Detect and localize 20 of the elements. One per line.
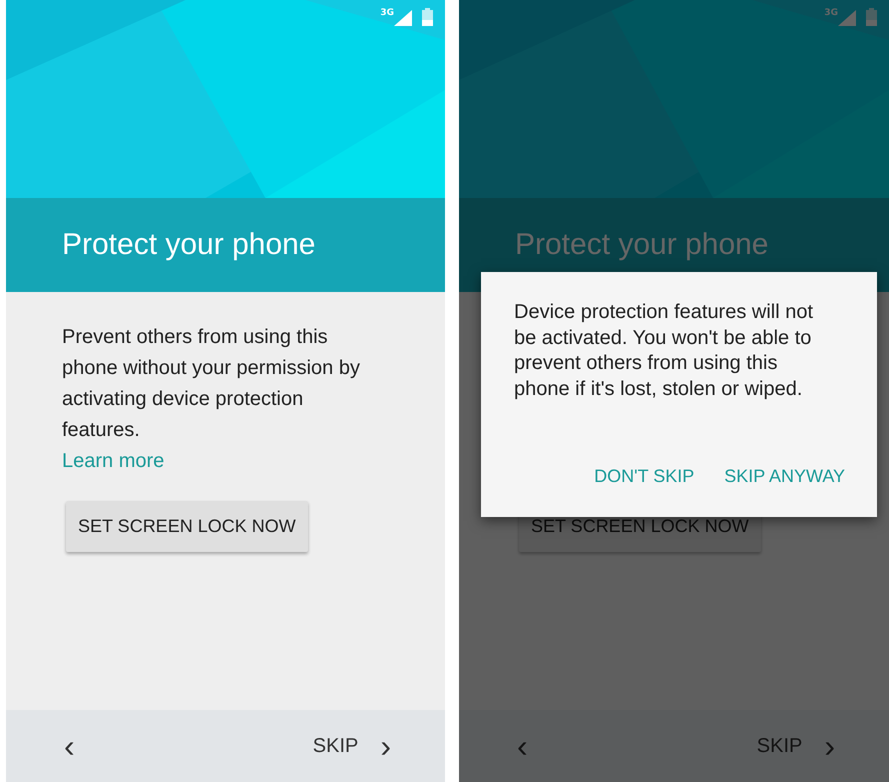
page-title: Protect your phone bbox=[515, 228, 768, 262]
page-title: Protect your phone bbox=[62, 228, 316, 262]
battery-icon bbox=[422, 8, 433, 26]
back-button[interactable]: ‹ bbox=[515, 730, 530, 762]
learn-more-link[interactable]: Learn more bbox=[62, 446, 164, 477]
dialog-message: Device protection features will not be activated. You won't be able to prevent others from using this phone if it's lost, stolen or wiped. bbox=[514, 300, 814, 402]
dialog-button[interactable]: DON'T SKIP bbox=[594, 466, 694, 487]
set-screen-lock-button[interactable]: SET SCREEN LOCK NOW bbox=[66, 501, 308, 552]
dialog-button[interactable]: SKIP ANYWAY bbox=[724, 466, 845, 487]
back-button[interactable]: ‹ bbox=[62, 730, 77, 762]
skip-button[interactable]: SKIP bbox=[306, 734, 364, 758]
signal-icon bbox=[838, 10, 856, 26]
next-button[interactable]: › bbox=[822, 730, 837, 762]
battery-icon bbox=[866, 8, 877, 26]
network-label: 3G bbox=[380, 8, 394, 18]
next-button[interactable]: › bbox=[378, 730, 393, 762]
network-label: 3G bbox=[824, 8, 838, 18]
signal-icon bbox=[394, 10, 412, 26]
description-text: Prevent others from using this phone without your permission by activating device protection features. bbox=[62, 325, 361, 443]
skip-button[interactable]: SKIP bbox=[750, 734, 808, 758]
